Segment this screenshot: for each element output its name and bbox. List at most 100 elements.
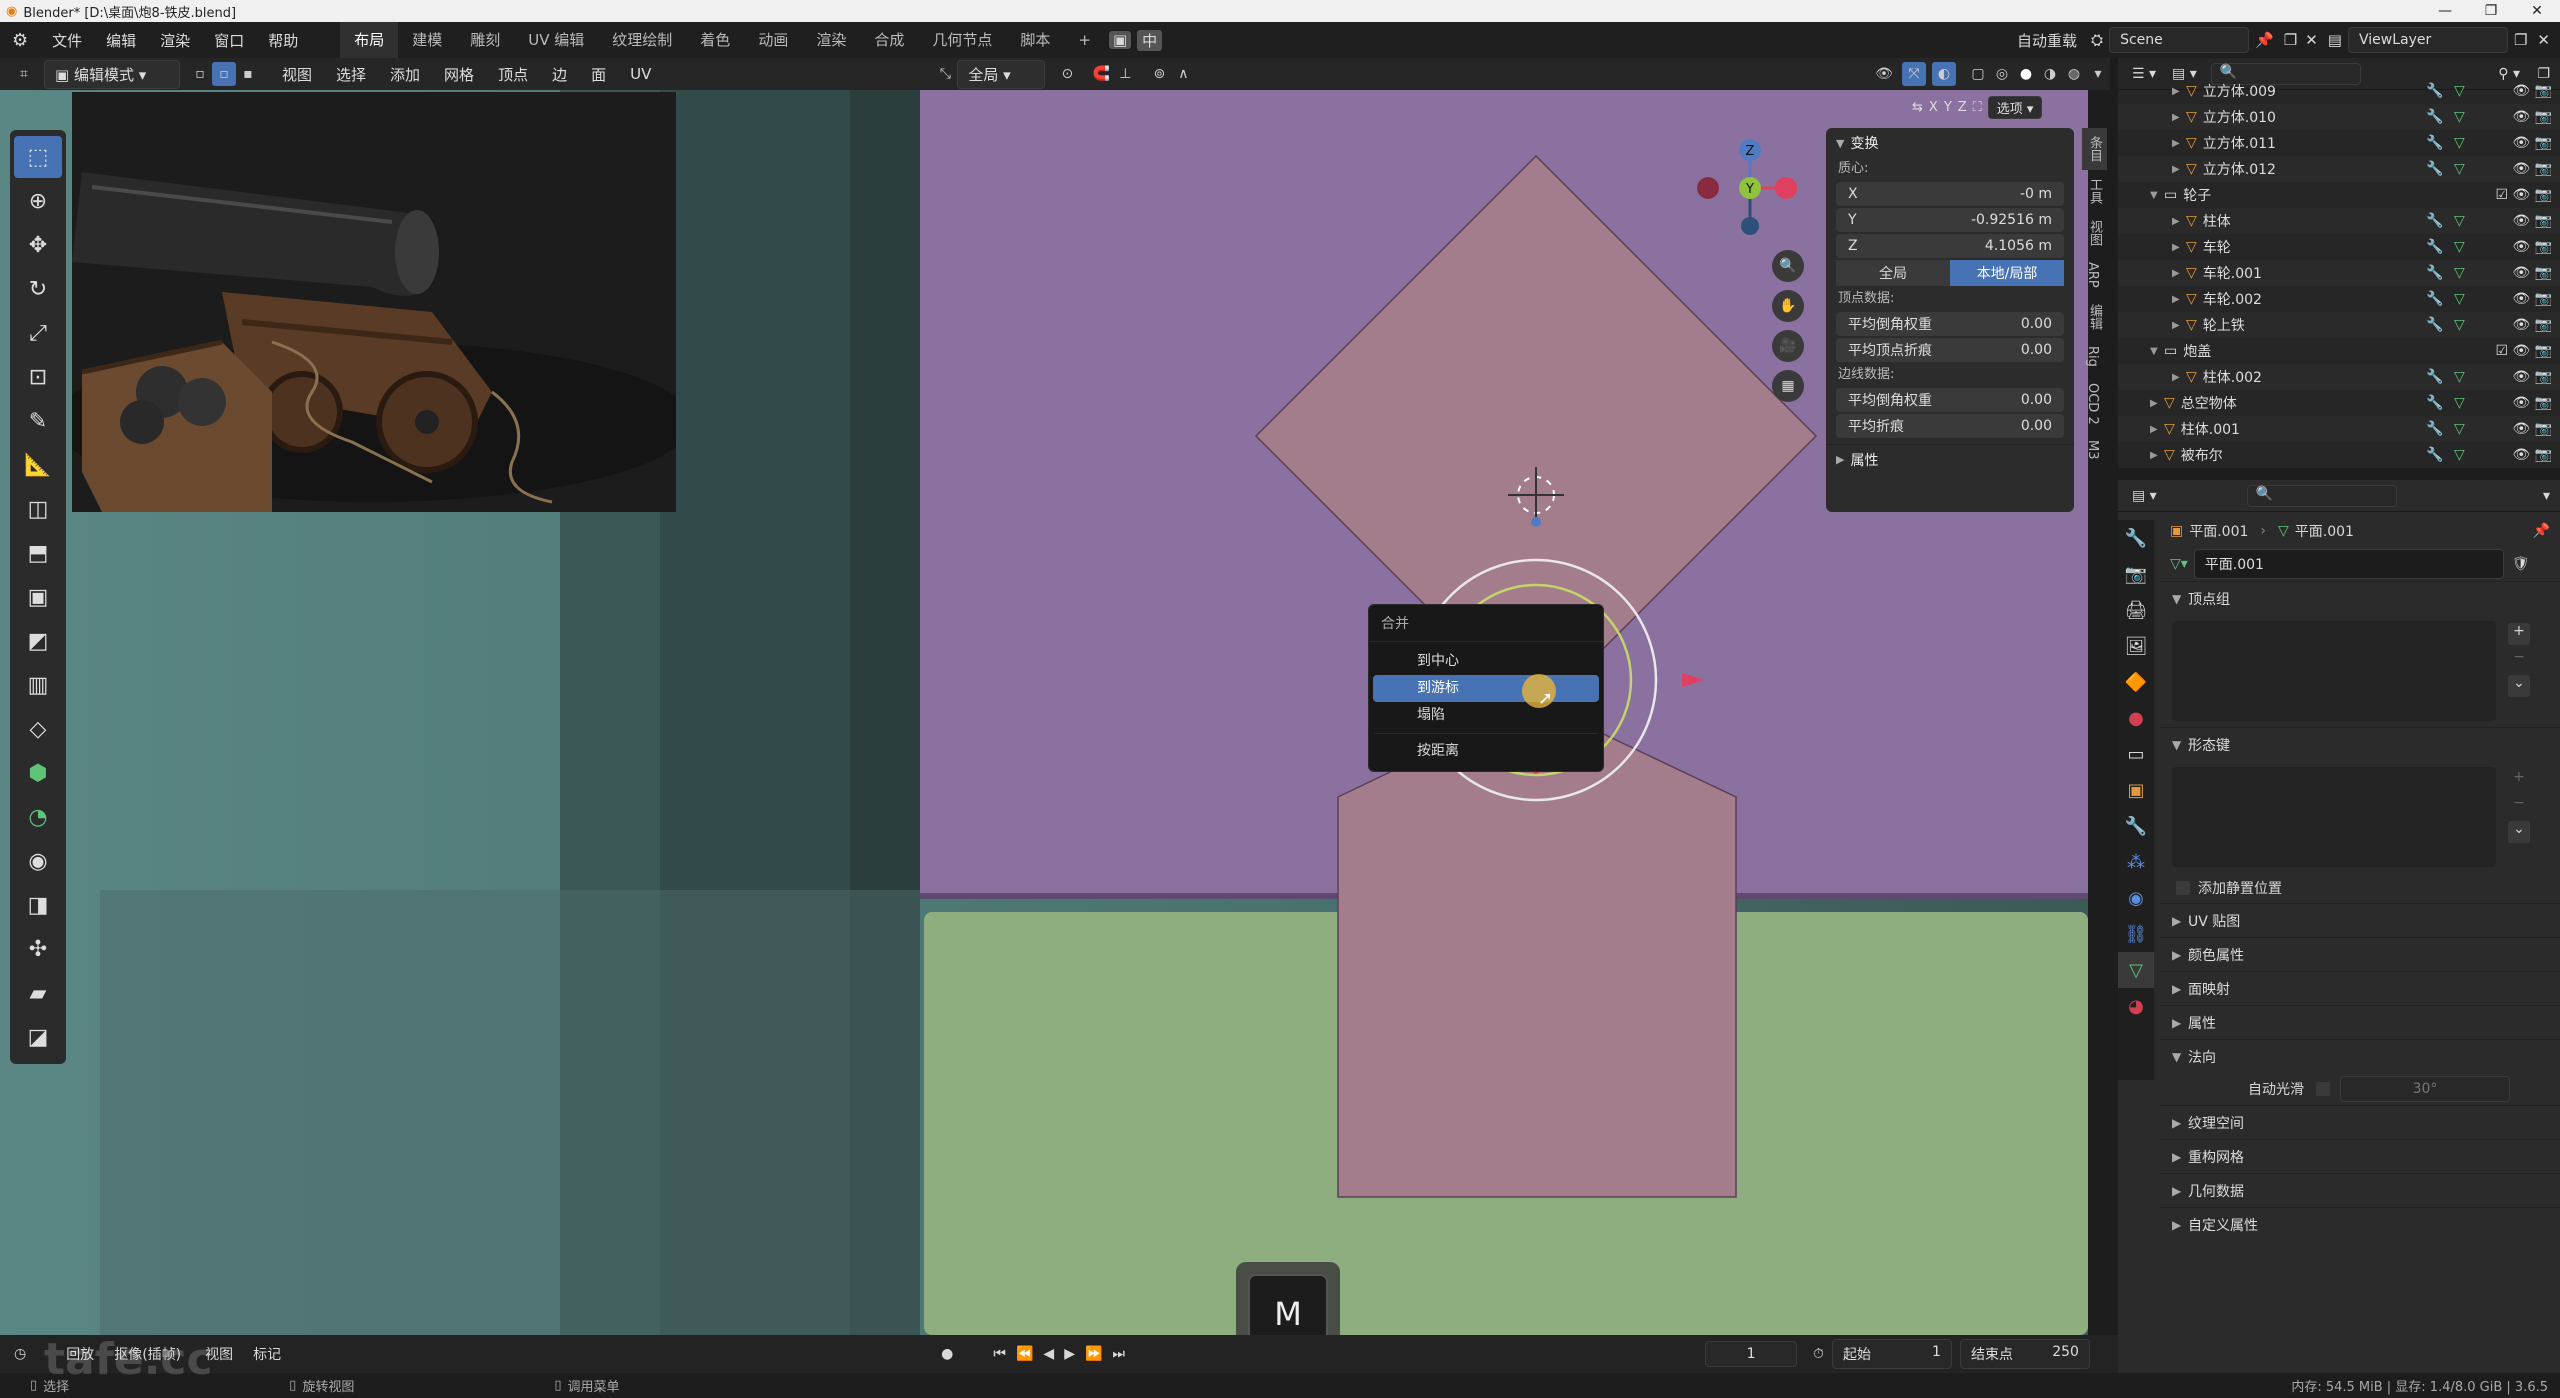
pan-hand-icon[interactable]: ✋ bbox=[1772, 290, 1804, 322]
blender-menu-icon[interactable]: ⚙ bbox=[0, 30, 40, 51]
mesh-data-icon[interactable]: ▽ bbox=[2454, 265, 2465, 281]
modifier-icon[interactable]: 🔧 bbox=[2426, 161, 2443, 177]
auto-merge-icon[interactable]: ⛶ bbox=[1973, 100, 1982, 115]
expand-icon[interactable]: ▶ bbox=[2172, 242, 2186, 253]
outliner-row[interactable]: ▶ ▽ 立方体.009 🔧 ▽ 👁 📷 bbox=[2118, 78, 2560, 104]
outliner-row[interactable]: ▶ ▽ 总空物体 🔧 ▽ 👁 📷 bbox=[2118, 390, 2560, 416]
auto-smooth-angle-field[interactable]: 30° bbox=[2340, 1076, 2510, 1102]
jump-end-icon[interactable]: ⏭ bbox=[1112, 1346, 1125, 1362]
expand-icon[interactable]: ▶ bbox=[2150, 424, 2164, 435]
merge-at-cursor[interactable]: 到游标 bbox=[1373, 675, 1599, 702]
mesh-data-icon[interactable]: ▽ bbox=[2454, 213, 2465, 229]
mesh-data-icon[interactable]: ▽ bbox=[2454, 83, 2465, 99]
visibility-toggle-icon[interactable]: 👁 📷 bbox=[2512, 135, 2552, 151]
shrink-fatten-tool-icon[interactable]: ✣ bbox=[14, 928, 62, 970]
visibility-toggle-icon[interactable]: 👁 📷 bbox=[2512, 317, 2552, 333]
mesh-name-field[interactable]: 平面.001 bbox=[2193, 549, 2504, 579]
tab-uv-editing[interactable]: UV 编辑 bbox=[514, 22, 598, 58]
outliner-row[interactable]: ▶ ▽ 立方体.010 🔧 ▽ 👁 📷 bbox=[2118, 104, 2560, 130]
outliner-row[interactable]: ▶ ▽ 车轮 🔧 ▽ 👁 📷 bbox=[2118, 234, 2560, 260]
expand-icon[interactable]: ▶ bbox=[2150, 450, 2164, 461]
expand-icon[interactable]: ▼ bbox=[2150, 190, 2164, 201]
menu-add[interactable]: 添加 bbox=[378, 64, 432, 85]
global-toggle[interactable]: 全局 bbox=[1836, 260, 1950, 286]
gizmo-icon[interactable]: ⤧ bbox=[1902, 62, 1926, 86]
tool-tab-icon[interactable]: 🔧 bbox=[2118, 520, 2154, 556]
outliner-row[interactable]: ▶ ▽ 轮上铁 🔧 ▽ 👁 📷 bbox=[2118, 312, 2560, 338]
tab-scripting[interactable]: 脚本 bbox=[1006, 22, 1064, 58]
cursor-tool-icon[interactable]: ⊕ bbox=[14, 180, 62, 222]
modifier-tab-icon[interactable]: 🔧 bbox=[2118, 808, 2154, 844]
tab-view[interactable]: 视图 bbox=[2082, 212, 2107, 254]
constraints-tab-icon[interactable]: ⛓ bbox=[2118, 916, 2154, 952]
median-y-field[interactable]: Y -0.92516 m bbox=[1836, 208, 2064, 232]
pivot-icon[interactable]: ⊙ bbox=[1055, 62, 1079, 86]
menu-edit[interactable]: 编辑 bbox=[94, 30, 148, 51]
rip-tool-icon[interactable]: ◪ bbox=[14, 1016, 62, 1058]
visibility-toggle-icon[interactable]: 👁 📷 bbox=[2512, 109, 2552, 125]
outliner-row[interactable]: ▶ ▽ 柱体 🔧 ▽ 👁 📷 bbox=[2118, 208, 2560, 234]
vertex-group-menu-icon[interactable]: ⌄ bbox=[2508, 675, 2530, 697]
snap-icon[interactable]: 🧲 bbox=[1089, 62, 1113, 86]
mesh-data-icon[interactable]: ▽ bbox=[2454, 317, 2465, 333]
autosave-label[interactable]: 自动重载 bbox=[2017, 30, 2077, 51]
mesh-data-icon[interactable]: ▽ bbox=[2454, 109, 2465, 125]
jump-start-icon[interactable]: ⏮ bbox=[993, 1346, 1006, 1362]
visibility-toggle-icon[interactable]: 👁 📷 bbox=[2512, 239, 2552, 255]
menu-window[interactable]: 窗口 bbox=[202, 30, 256, 51]
select-box-icon[interactable]: ⬚ bbox=[14, 136, 62, 178]
reference-image[interactable] bbox=[72, 92, 676, 512]
timeline-editor-icon[interactable]: ◷ bbox=[14, 1346, 26, 1362]
outliner-row[interactable]: ▶ ▽ 立方体.011 🔧 ▽ 👁 📷 bbox=[2118, 130, 2560, 156]
vertex-groups-section[interactable]: ▼ 顶点组 bbox=[2160, 581, 2560, 615]
shading-options-icon[interactable]: ▾ bbox=[2086, 62, 2110, 86]
inset-tool-icon[interactable]: ▣ bbox=[14, 576, 62, 618]
transform-orientation-dropdown[interactable]: 全局 ▾ bbox=[957, 59, 1046, 89]
remesh-section[interactable]: ▶ 重构网格 bbox=[2160, 1139, 2560, 1173]
expand-icon[interactable]: ▶ bbox=[2172, 294, 2186, 305]
delete-scene-icon[interactable]: ✕ bbox=[2305, 31, 2318, 49]
menu-view[interactable]: 视图 bbox=[270, 64, 324, 85]
material-tab-icon[interactable]: ◕ bbox=[2118, 988, 2154, 1024]
outliner-row[interactable]: ▶ ▽ 车轮.002 🔧 ▽ 👁 📷 bbox=[2118, 286, 2560, 312]
edge-select-icon[interactable]: ▫ bbox=[212, 62, 236, 86]
modifier-icon[interactable]: 🔧 bbox=[2426, 265, 2443, 281]
transform-panel-header[interactable]: ▼ 变换 bbox=[1826, 128, 2074, 158]
axis-x-toggle[interactable]: X bbox=[1929, 100, 1938, 115]
modifier-icon[interactable]: 🔧 bbox=[2426, 83, 2443, 99]
shape-keys-section[interactable]: ▼ 形态键 bbox=[2160, 727, 2560, 761]
add-workspace-icon[interactable]: + bbox=[1064, 22, 1105, 58]
measure-tool-icon[interactable]: 📐 bbox=[14, 444, 62, 486]
navigation-gizmo[interactable]: Z Y bbox=[1690, 130, 1810, 250]
annotate-tool-icon[interactable]: ✎ bbox=[14, 400, 62, 442]
median-x-field[interactable]: X -0 m bbox=[1836, 182, 2064, 206]
local-toggle[interactable]: 本地/局部 bbox=[1950, 260, 2064, 286]
mesh-data-icon[interactable]: ▽ bbox=[2454, 421, 2465, 437]
current-frame-field[interactable]: 1 bbox=[1705, 1341, 1798, 1367]
expand-icon[interactable]: ▼ bbox=[2150, 346, 2164, 357]
modifier-icon[interactable]: 🔧 bbox=[2426, 395, 2443, 411]
texture-space-section[interactable]: ▶ 纹理空间 bbox=[2160, 1105, 2560, 1139]
rotate-tool-icon[interactable]: ↻ bbox=[14, 268, 62, 310]
minimize-button[interactable]: — bbox=[2422, 0, 2468, 22]
tab-m3[interactable]: M3 bbox=[2082, 432, 2103, 468]
mesh-lower-face[interactable] bbox=[1337, 701, 1737, 1198]
extrude-tool-icon[interactable]: ⬒ bbox=[14, 532, 62, 574]
tab-shading[interactable]: 着色 bbox=[686, 22, 744, 58]
visibility-toggle-icon[interactable]: 👁 📷 bbox=[2512, 213, 2552, 229]
add-rest-position-checkbox[interactable] bbox=[2176, 881, 2190, 895]
mirror-icon[interactable]: ⇆ bbox=[1912, 100, 1923, 115]
start-frame-field[interactable]: 起始 1 bbox=[1831, 1339, 1952, 1369]
collection-tab-icon[interactable]: ▭ bbox=[2118, 736, 2154, 772]
modifier-icon[interactable]: 🔧 bbox=[2426, 109, 2443, 125]
remove-shape-key-icon[interactable]: − bbox=[2508, 795, 2530, 817]
close-button[interactable]: ✕ bbox=[2514, 0, 2560, 22]
new-scene-icon[interactable]: ❐ bbox=[2284, 31, 2297, 49]
prev-key-icon[interactable]: ⏪ bbox=[1016, 1346, 1033, 1362]
mesh-data-icon[interactable]: ▽ bbox=[2454, 161, 2465, 177]
visibility-toggle-icon[interactable]: 👁 📷 bbox=[2512, 291, 2552, 307]
outliner-row[interactable]: ▼ ▭ 炮盖 ☑ 👁 📷 bbox=[2118, 338, 2560, 364]
attributes-panel-header[interactable]: ▶ 属性 bbox=[1826, 444, 2074, 474]
visibility-toggle-icon[interactable]: 👁 📷 bbox=[2512, 447, 2552, 463]
scene-tab-icon[interactable]: 🔶 bbox=[2118, 664, 2154, 700]
